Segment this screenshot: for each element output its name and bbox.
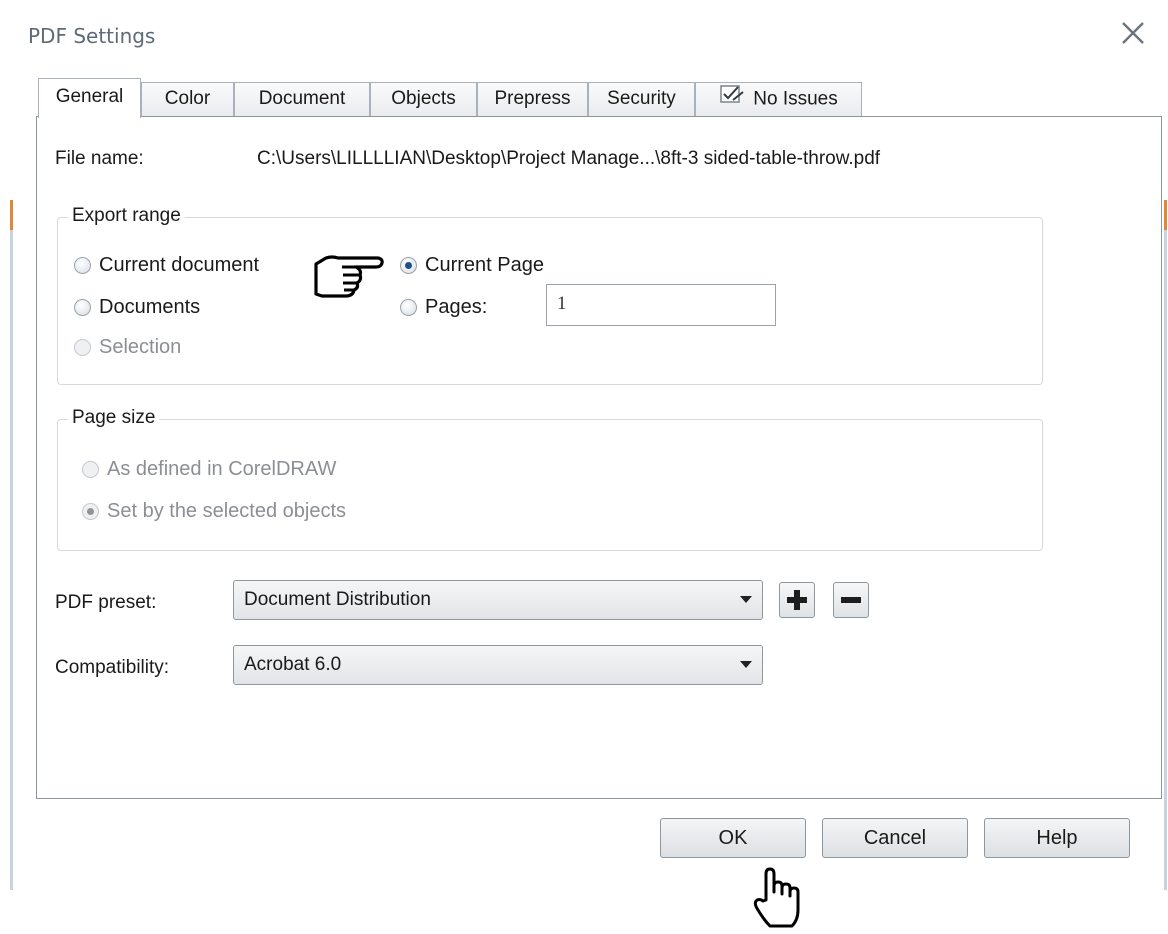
pdf-preset-label: PDF preset: (55, 592, 157, 613)
tab-prepress[interactable]: Prepress (477, 82, 588, 116)
close-icon (1122, 22, 1144, 44)
export-range-title: Export range (68, 205, 185, 227)
radio-button (74, 299, 91, 316)
general-panel: File name: C:\Users\LILLLLIAN\Desktop\Pr… (36, 116, 1162, 799)
radio-as-defined: As defined in CorelDRAW (82, 458, 336, 481)
radio-button-checked (400, 257, 417, 274)
page-size-group: Page size As defined in CorelDRAW Set by… (57, 407, 1043, 551)
page-size-title: Page size (68, 407, 160, 429)
pointing-hand-icon (312, 250, 386, 306)
radio-button-checked (82, 503, 99, 520)
tab-document[interactable]: Document (234, 82, 370, 116)
chevron-down-icon (740, 596, 752, 603)
compatibility-select[interactable]: Acrobat 6.0 (233, 645, 763, 685)
export-range-group: Export range Current document Documents … (57, 205, 1043, 385)
compatibility-label: Compatibility: (55, 657, 170, 678)
close-button[interactable] (1116, 16, 1150, 50)
radio-button (74, 257, 91, 274)
checklist-icon (719, 83, 745, 116)
pdf-preset-select[interactable]: Document Distribution (233, 580, 763, 620)
file-name-value: C:\Users\LILLLLIAN\Desktop\Project Manag… (257, 148, 881, 169)
tab-objects[interactable]: Objects (370, 82, 477, 116)
radio-set-by-selected: Set by the selected objects (82, 500, 346, 523)
remove-preset-button[interactable] (833, 582, 869, 618)
radio-button (74, 339, 91, 356)
radio-button (82, 461, 99, 478)
radio-button (400, 299, 417, 316)
dialog-title: PDF Settings (28, 24, 156, 48)
radio-pages[interactable]: Pages: (400, 296, 487, 319)
add-preset-button[interactable] (779, 582, 815, 618)
ok-button[interactable]: OK (660, 818, 806, 858)
hand-cursor-icon (748, 866, 808, 934)
radio-current-document[interactable]: Current document (74, 254, 259, 277)
radio-current-page[interactable]: Current Page (400, 254, 544, 277)
plus-icon (787, 590, 807, 610)
tab-general[interactable]: General (38, 78, 141, 118)
window-frame-left (10, 200, 13, 890)
pages-input[interactable]: 1 (546, 284, 776, 326)
help-button[interactable]: Help (984, 818, 1130, 858)
chevron-down-icon (740, 661, 752, 668)
radio-selection: Selection (74, 336, 181, 359)
minus-icon (841, 597, 861, 603)
radio-documents[interactable]: Documents (74, 296, 200, 319)
tab-no-issues[interactable]: No Issues (695, 82, 862, 116)
tab-color[interactable]: Color (141, 82, 234, 116)
window-frame-right (1164, 200, 1167, 890)
cancel-button[interactable]: Cancel (822, 818, 968, 858)
tab-security[interactable]: Security (588, 82, 695, 116)
file-name-label: File name: (55, 148, 144, 169)
